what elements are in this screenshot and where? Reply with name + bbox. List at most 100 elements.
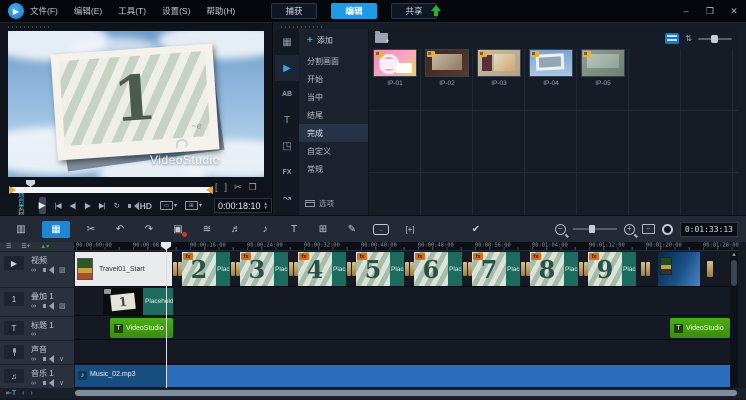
menu-item-2[interactable]: 工具(T) [118, 5, 146, 17]
close-button[interactable]: ✕ [728, 6, 740, 17]
sort-icon[interactable]: ⇅ [685, 34, 692, 43]
video-clip-numbered[interactable]: fx5 [356, 252, 390, 286]
template-thumbnail[interactable] [373, 49, 417, 77]
placeholder-segment[interactable]: Placehold [274, 252, 288, 286]
template-item[interactable]: IP-02 [421, 49, 473, 87]
split-screen-template-icon[interactable]: ⊞ [315, 221, 331, 238]
scroll-to-playhead-icon[interactable]: ⇤T [6, 389, 16, 397]
hd-preview-toggle[interactable]: HD [140, 201, 152, 211]
filter-fx-icon[interactable]: FX [275, 159, 299, 185]
transition-icon[interactable] [578, 252, 588, 286]
zoom-in-icon[interactable]: + [624, 224, 635, 235]
preview-timecode[interactable]: 0:00:18:10 ▲▼ [214, 198, 272, 213]
options-button[interactable]: 选项 [305, 198, 334, 209]
video-clip-numbered[interactable]: fx8 [530, 252, 564, 286]
play-button[interactable]: ▶ [39, 197, 46, 214]
horizontal-scroll-thumb[interactable] [75, 390, 737, 396]
ripple-link-icon[interactable]: ∞ [31, 331, 36, 338]
sound-mixer-icon[interactable]: ≋ [199, 221, 215, 238]
transition-icon[interactable] [346, 252, 356, 286]
redo-icon[interactable]: ↷ [141, 221, 157, 238]
graphic-icon[interactable]: ◳ [275, 133, 299, 159]
placeholder-segment[interactable]: Placehold [506, 252, 520, 286]
subtitle-icon[interactable]: T [286, 221, 302, 238]
add-folder-icon[interactable] [375, 33, 388, 43]
motion-tracking-icon[interactable]: [+] [402, 221, 418, 238]
title-clip[interactable]: T VideoStudio [110, 318, 173, 338]
ripple-link-icon[interactable]: ∞ [31, 267, 36, 274]
aspect-ratio-dropdown[interactable]: ▭▾ [160, 201, 177, 210]
category-item[interactable]: 结尾 [299, 106, 368, 124]
ripple-link-icon[interactable]: ∞ [31, 303, 36, 310]
transition-icon[interactable] [172, 252, 182, 286]
enlarge-preview-button[interactable]: ❐ [249, 182, 257, 193]
scrub-marker[interactable] [26, 180, 35, 187]
mark-in-button[interactable]: [ [215, 182, 218, 193]
transition-icon[interactable]: AB [275, 81, 299, 107]
video-clip-numbered[interactable]: fx4 [298, 252, 332, 286]
restore-button[interactable]: ❐ [704, 6, 716, 17]
template-item[interactable]: IP-04 [525, 49, 577, 87]
screen-record-icon[interactable]: ▣ [170, 221, 186, 238]
preview-screen[interactable]: 1 ~e VideoStudio [8, 31, 264, 177]
track-expand-chevron-icon[interactable]: ∨ [59, 379, 64, 387]
placeholder-segment[interactable]: Placehold [332, 252, 346, 286]
scroll-up-arrow[interactable]: ▲ [730, 251, 738, 259]
template-thumbnail[interactable] [477, 49, 521, 77]
track-mute-icon[interactable] [43, 266, 52, 274]
track-header[interactable]: ♫音乐 1∞∨ [0, 364, 74, 388]
title-icon[interactable]: T [275, 107, 299, 133]
playhead-line[interactable] [166, 242, 167, 388]
template-thumbnail[interactable] [529, 49, 573, 77]
video-track-lane[interactable]: Travel01_Startfx2Placeholdfx3Placeholdfx… [74, 251, 738, 287]
ripple-link-icon[interactable]: ∞ [31, 380, 36, 387]
list-view-toggle-icon[interactable] [665, 33, 679, 44]
timeline-view-icon[interactable]: ▦ [42, 221, 70, 238]
placeholder-segment[interactable]: Placehold [216, 252, 230, 286]
menu-item-0[interactable]: 文件(F) [30, 5, 58, 17]
system-volume-icon[interactable] [128, 202, 131, 210]
overlay-clip[interactable]: 1 Placehold [103, 288, 173, 315]
menu-item-3[interactable]: 设置(S) [162, 5, 190, 17]
template-item[interactable]: IP-03 [473, 49, 525, 87]
transition-icon[interactable] [230, 252, 240, 286]
track-transparency-icon[interactable]: ▨ [59, 302, 66, 310]
motion-path-icon[interactable]: ↝ [275, 185, 299, 211]
batch-convert-icon[interactable]: ✔ [468, 221, 484, 238]
template-thumbnail[interactable] [425, 49, 469, 77]
trim-bar[interactable] [10, 187, 212, 193]
track-header[interactable]: 声音∞∨ [0, 340, 74, 364]
track-transparency-icon[interactable]: ▨ [59, 266, 66, 274]
go-end-button[interactable]: ▶| [99, 201, 105, 210]
video-clip-numbered[interactable]: fx2 [182, 252, 216, 286]
trim-start-handle[interactable] [9, 186, 16, 194]
template-item[interactable]: IP-05 [577, 49, 629, 87]
menu-item-1[interactable]: 编辑(E) [74, 5, 102, 17]
transition-icon[interactable] [288, 252, 298, 286]
music-clip[interactable]: ♪ Music_02.mp3 [75, 365, 735, 387]
ripple-link-icon[interactable]: ∞ [31, 356, 36, 363]
template-item[interactable]: IP-01 [369, 49, 421, 87]
prev-frame-button[interactable]: ◀| [69, 201, 75, 210]
track-expand-chevron-icon[interactable]: ∨ [59, 355, 64, 363]
preview-window-dropdown[interactable]: ⊞▾ [185, 201, 202, 210]
zoom-out-icon[interactable]: − [555, 224, 566, 235]
music-track-lane[interactable]: ♪ Music_02.mp3 [74, 364, 738, 388]
track-manager-icon[interactable]: ☰+ [21, 243, 30, 250]
horizontal-scrollbar[interactable]: ⇤T ‹ › [0, 388, 746, 398]
repeat-button[interactable]: ↻ [114, 201, 119, 210]
next-frame-button[interactable]: |▶ [84, 201, 90, 210]
timeline-zoom-slider[interactable] [573, 228, 617, 230]
cut-clip-icon[interactable]: ✂ [83, 221, 99, 238]
transition-icon[interactable] [462, 252, 472, 286]
video-clip-numbered[interactable]: fx9 [588, 252, 622, 286]
timeline-ruler[interactable]: 00:00:00:0000:00:08:0000:00:16:0000:00:2… [74, 242, 738, 251]
video-clip-start[interactable]: Travel01_Start [75, 252, 172, 286]
storyboard-view-icon[interactable]: ▥ [13, 221, 29, 238]
vertical-scrollbar[interactable]: ▲ [730, 251, 738, 397]
voice-over-icon[interactable]: ♪ [257, 221, 273, 238]
video-clip-numbered[interactable]: fx7 [472, 252, 506, 286]
track-list-icon[interactable]: ☰ [6, 243, 11, 250]
placeholder-segment[interactable]: Placehold [564, 252, 578, 286]
transition-icon[interactable] [404, 252, 414, 286]
